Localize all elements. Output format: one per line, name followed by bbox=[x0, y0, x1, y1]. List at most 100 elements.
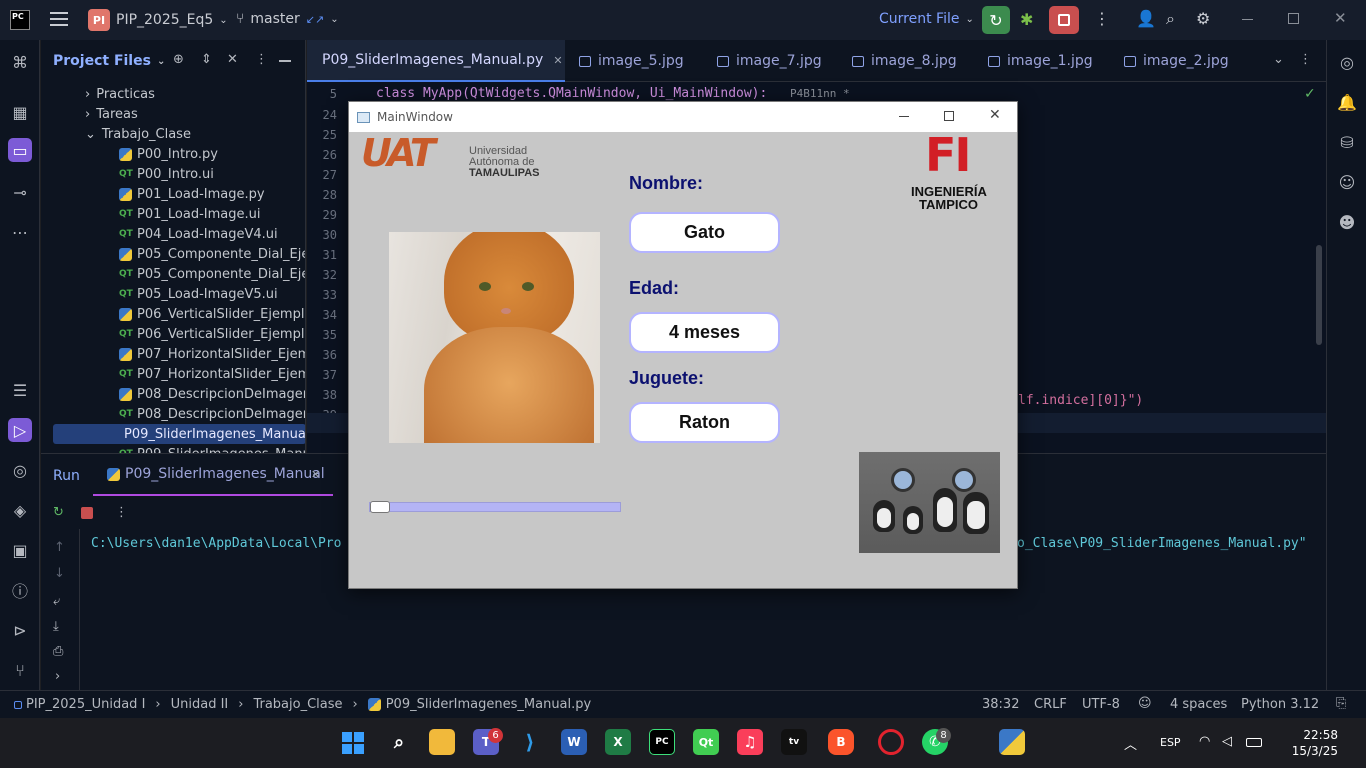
indent-setting[interactable]: 4 spaces bbox=[1170, 697, 1227, 712]
clock-date[interactable]: 15/3/25 bbox=[1278, 744, 1338, 758]
lock-icon[interactable]: ⎘ bbox=[1336, 696, 1346, 711]
python-packages-icon[interactable]: ◎ bbox=[8, 458, 32, 482]
breadcrumb-item[interactable]: Unidad II bbox=[171, 697, 229, 712]
close-icon[interactable]: ✕ bbox=[1334, 9, 1347, 27]
python-running-icon[interactable] bbox=[999, 729, 1025, 755]
tree-folder[interactable]: ⌄ Trabajo_Clase bbox=[85, 124, 191, 144]
minimize-icon[interactable] bbox=[1242, 19, 1253, 20]
maximize-icon[interactable] bbox=[1288, 13, 1299, 24]
tree-file[interactable]: QT P00_Intro.ui bbox=[119, 164, 214, 184]
breadcrumb-item[interactable]: P09_SliderImagenes_Manual.py bbox=[386, 697, 592, 712]
debug-icon[interactable]: ✱ bbox=[1020, 10, 1033, 29]
more-icon[interactable]: ⋮ bbox=[1299, 52, 1312, 67]
chevron-up-icon[interactable]: ︿ bbox=[1124, 734, 1137, 753]
clock-time[interactable]: 22:58 bbox=[1278, 728, 1338, 742]
structure-icon[interactable]: ▦ bbox=[8, 100, 32, 124]
close-icon[interactable]: ✕ bbox=[553, 54, 562, 67]
ai-assistant-icon[interactable]: ◎ bbox=[1335, 50, 1359, 74]
chevron-down-icon[interactable]: ⌄ bbox=[1273, 52, 1284, 67]
python-interpreter[interactable]: Python 3.12 bbox=[1241, 697, 1319, 712]
app-window-titlebar[interactable]: MainWindow ✕ bbox=[349, 102, 1017, 132]
more-tools-icon[interactable]: ⋯ bbox=[8, 220, 32, 244]
chat-icon[interactable]: ☻ bbox=[1335, 210, 1359, 234]
locate-icon[interactable]: ⊕ bbox=[173, 52, 184, 67]
branch-selector[interactable]: ⑂ master ↙↗ ⌄ bbox=[236, 11, 339, 27]
tab-image-8[interactable]: image_8.jpg bbox=[842, 40, 967, 82]
tree-file[interactable]: P05_Componente_Dial_Ejemplo.py bbox=[119, 244, 305, 264]
run-config-selector[interactable]: Current File ⌄ bbox=[879, 11, 974, 27]
scroll-up-icon[interactable]: ↑ bbox=[54, 540, 65, 555]
line-separator[interactable]: CRLF bbox=[1034, 697, 1067, 712]
ai-status-icon[interactable]: ☺ bbox=[1138, 696, 1152, 711]
chevron-down-icon[interactable]: ⌄ bbox=[157, 56, 165, 67]
more-icon[interactable]: ⋮ bbox=[1094, 9, 1110, 28]
soft-wrap-icon[interactable]: ⤶ bbox=[53, 594, 60, 609]
tree-file[interactable]: P06_VerticalSlider_Ejemplo.py bbox=[119, 304, 305, 324]
scroll-end-icon[interactable]: ⤓ bbox=[53, 619, 59, 634]
tab-image-7[interactable]: image_7.jpg bbox=[707, 40, 832, 82]
tree-folder[interactable]: › Practicas bbox=[85, 84, 155, 104]
run-config-tab[interactable]: P09_SliderImagenes_Manual bbox=[93, 454, 333, 496]
tool-window-icon[interactable]: ⌘ bbox=[8, 50, 32, 74]
file-explorer-icon[interactable] bbox=[429, 729, 455, 755]
more-icon[interactable]: ⋮ bbox=[115, 505, 128, 520]
tab-image-5[interactable]: image_5.jpg bbox=[569, 40, 694, 82]
tree-file[interactable]: QT P01_Load-Image.ui bbox=[119, 204, 260, 224]
git-icon[interactable]: ⑂ bbox=[8, 658, 32, 682]
minimize-icon[interactable] bbox=[899, 116, 909, 117]
wifi-icon[interactable]: ◠ bbox=[1199, 734, 1210, 749]
todo-icon[interactable]: ☰ bbox=[8, 378, 32, 402]
editor-scrollbar[interactable] bbox=[1316, 245, 1322, 345]
main-menu-icon[interactable] bbox=[50, 12, 68, 26]
rerun-icon[interactable]: ↻ bbox=[53, 505, 64, 520]
search-icon[interactable]: ⌕ bbox=[386, 729, 412, 755]
breadcrumb-item[interactable]: PIP_2025_Unidad I bbox=[26, 697, 145, 712]
close-icon[interactable]: ✕ bbox=[311, 468, 320, 481]
run-tab-title[interactable]: Run bbox=[53, 468, 80, 484]
tree-file[interactable]: QT P07_HorizontalSlider_Ejemplo.ui bbox=[119, 364, 305, 384]
chevron-right-icon[interactable]: › bbox=[85, 107, 90, 122]
cursor-position[interactable]: 38:32 bbox=[982, 697, 1019, 712]
stop-icon[interactable] bbox=[81, 507, 93, 519]
file-encoding[interactable]: UTF-8 bbox=[1082, 697, 1120, 712]
commit-icon[interactable]: ⊸ bbox=[8, 180, 32, 204]
pycharm-icon[interactable]: PC bbox=[649, 729, 675, 755]
excel-icon[interactable]: X bbox=[605, 729, 631, 755]
expand-icon[interactable]: › bbox=[55, 669, 60, 684]
print-icon[interactable]: ⎙ bbox=[53, 644, 63, 659]
tree-file[interactable]: QT P04_Load-ImageV4.ui bbox=[119, 224, 278, 244]
database-icon[interactable]: ⛁ bbox=[1335, 130, 1359, 154]
brave-icon[interactable]: B bbox=[828, 729, 854, 755]
project-panel-title[interactable]: Project Files bbox=[53, 53, 151, 69]
tree-file[interactable]: QTP09_SliderImagenes_Manual.ui bbox=[119, 444, 305, 454]
apple-tv-icon[interactable]: tv bbox=[781, 729, 807, 755]
battery-icon[interactable] bbox=[1246, 738, 1262, 747]
qt-designer-icon[interactable]: Qt bbox=[693, 729, 719, 755]
tree-file[interactable]: QT P08_DescripcionDeImagenes.ui bbox=[119, 404, 305, 424]
project-selector[interactable]: PI PIP_2025_Eq5 ⌄ bbox=[88, 9, 228, 31]
image-slider[interactable] bbox=[369, 501, 621, 513]
options-icon[interactable]: ⋮ bbox=[255, 52, 268, 67]
vscode-icon[interactable]: ⟩ bbox=[517, 729, 543, 755]
chevron-down-icon[interactable]: ⌄ bbox=[85, 127, 96, 142]
tree-folder[interactable]: › Tareas bbox=[85, 104, 138, 124]
services-icon[interactable]: ⊳ bbox=[8, 618, 32, 642]
add-user-icon[interactable]: 👤 bbox=[1136, 9, 1156, 28]
tree-file[interactable]: QT P06_VerticalSlider_Ejemplo.ui bbox=[119, 324, 305, 344]
windows-start-icon[interactable] bbox=[342, 732, 364, 754]
tab-image-2[interactable]: image_2.jpg bbox=[1114, 40, 1239, 82]
music-icon[interactable]: ♫ bbox=[737, 729, 763, 755]
tree-file[interactable]: P01_Load-Image.py bbox=[119, 184, 265, 204]
expand-all-icon[interactable]: ⇕ bbox=[201, 52, 212, 67]
tree-file[interactable]: QT P05_Componente_Dial_Ejemplo.ui bbox=[119, 264, 305, 284]
copilot-icon[interactable]: ☺ bbox=[1335, 170, 1359, 194]
maximize-icon[interactable] bbox=[944, 111, 954, 121]
tree-file[interactable]: P07_HorizontalSlider_Ejemplo.py bbox=[119, 344, 305, 364]
project-files-icon[interactable]: ▭ bbox=[8, 138, 32, 162]
search-icon[interactable]: ⌕ bbox=[1166, 9, 1175, 29]
hide-panel-icon[interactable] bbox=[279, 60, 291, 62]
breadcrumb-item[interactable]: Trabajo_Clase bbox=[253, 697, 342, 712]
slider-handle[interactable] bbox=[370, 501, 390, 513]
collapse-all-icon[interactable]: ✕ bbox=[227, 52, 238, 67]
word-icon[interactable]: W bbox=[561, 729, 587, 755]
